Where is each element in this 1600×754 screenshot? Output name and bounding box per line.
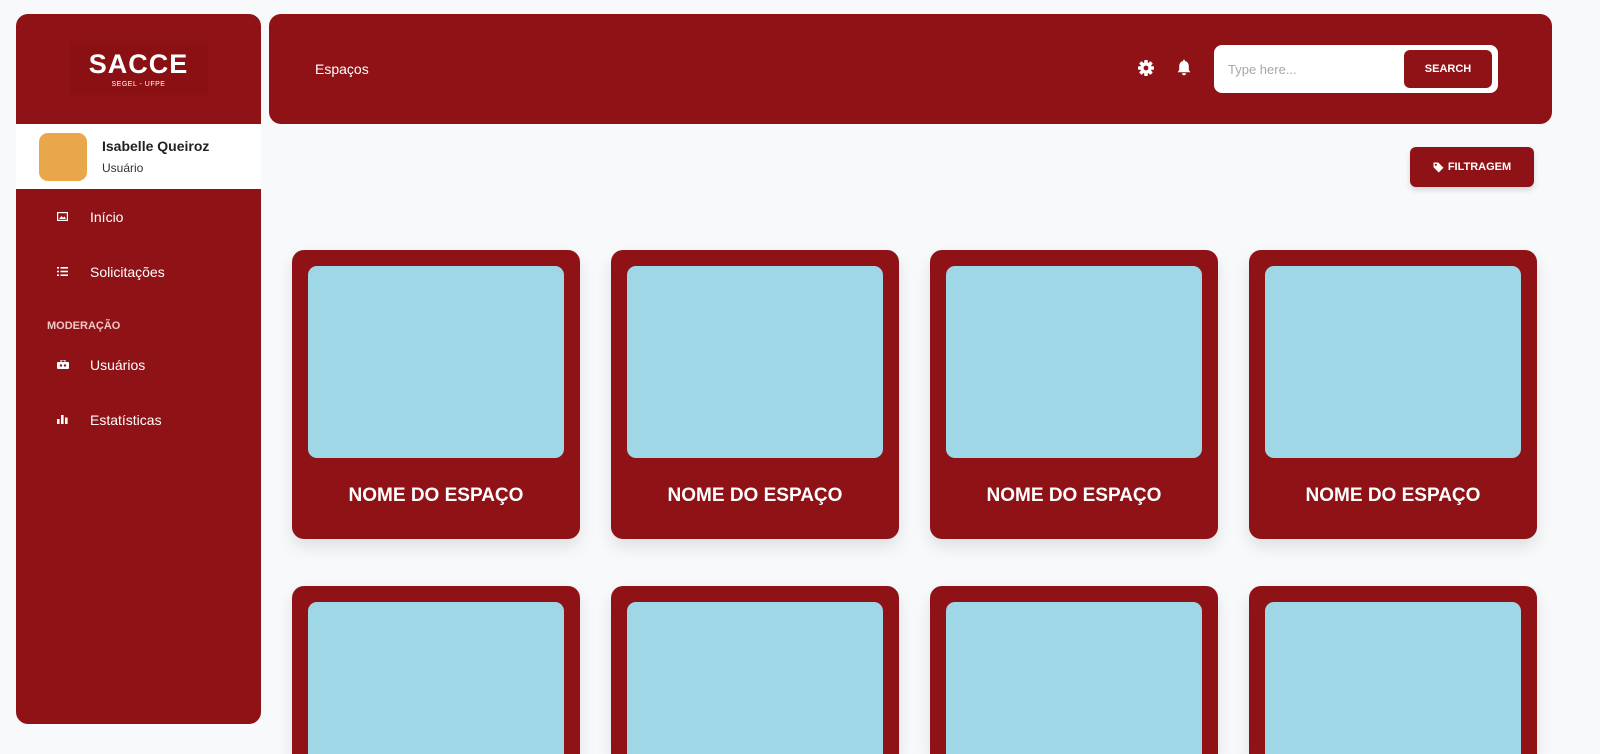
page-title: Espaços	[315, 61, 369, 77]
filter-button-label: FILTRAGEM	[1447, 161, 1512, 173]
space-card-image	[946, 602, 1202, 754]
list-icon	[56, 267, 69, 276]
space-card[interactable]: NOME DO ESPAÇO	[1249, 250, 1537, 539]
space-card[interactable]	[1249, 586, 1537, 754]
space-card-image	[308, 266, 564, 458]
filter-button[interactable]: FILTRAGEM	[1410, 147, 1534, 187]
space-card-image	[1265, 266, 1521, 458]
sidebar-item-label: Solicitações	[90, 263, 165, 280]
space-card-image	[308, 602, 564, 754]
avatar	[39, 132, 87, 181]
space-card[interactable]	[292, 586, 580, 754]
sidebar-item-inicio[interactable]: Início	[16, 189, 261, 244]
space-card-image	[627, 602, 883, 754]
space-card-title: NOME DO ESPAÇO	[1305, 485, 1481, 506]
space-card[interactable]: NOME DO ESPAÇO	[930, 250, 1218, 539]
search-box: SEARCH	[1214, 45, 1498, 93]
sidebar: SACCE SEGEL - UFPE Isabelle Queiroz Usuá…	[16, 14, 261, 724]
user-role: Usuário	[102, 161, 144, 175]
space-card-title: NOME DO ESPAÇO	[348, 485, 524, 506]
sidebar-section-moderacao: MODERAÇÃO	[47, 320, 121, 332]
space-card-image	[946, 266, 1202, 458]
search-input[interactable]	[1228, 58, 1398, 80]
space-card-image	[1265, 602, 1521, 754]
user-card[interactable]: Isabelle Queiroz Usuário	[16, 124, 261, 189]
sidebar-item-estatisticas[interactable]: Estatísticas	[16, 392, 261, 447]
user-info: Isabelle Queiroz Usuário	[102, 138, 209, 175]
gear-icon[interactable]	[1136, 58, 1156, 78]
logo-subtitle: SEGEL - UFPE	[111, 81, 166, 88]
space-card-title: NOME DO ESPAÇO	[667, 485, 843, 506]
top-header: Espaços SEARCH	[269, 14, 1552, 124]
bell-icon[interactable]	[1174, 58, 1194, 78]
space-card[interactable]: NOME DO ESPAÇO	[292, 250, 580, 539]
image-icon	[56, 212, 69, 221]
tag-icon	[1433, 162, 1444, 173]
sidebar-item-label: Estatísticas	[90, 411, 162, 428]
space-card-image	[627, 266, 883, 458]
space-card-title: NOME DO ESPAÇO	[986, 485, 1162, 506]
sidebar-item-solicitacoes[interactable]: Solicitações	[16, 244, 261, 299]
search-button[interactable]: SEARCH	[1404, 50, 1492, 88]
space-card[interactable]	[611, 586, 899, 754]
sidebar-item-usuarios[interactable]: Usuários	[16, 337, 261, 392]
logo[interactable]: SACCE SEGEL - UFPE	[69, 43, 208, 95]
space-card[interactable]	[930, 586, 1218, 754]
bar-chart-icon	[56, 415, 69, 424]
users-icon	[56, 360, 69, 369]
space-card[interactable]: NOME DO ESPAÇO	[611, 250, 899, 539]
logo-area: SACCE SEGEL - UFPE	[16, 14, 261, 124]
logo-title: SACCE	[88, 49, 189, 79]
sidebar-item-label: Início	[90, 208, 124, 225]
sidebar-item-label: Usuários	[90, 356, 146, 373]
user-name: Isabelle Queiroz	[102, 138, 210, 154]
